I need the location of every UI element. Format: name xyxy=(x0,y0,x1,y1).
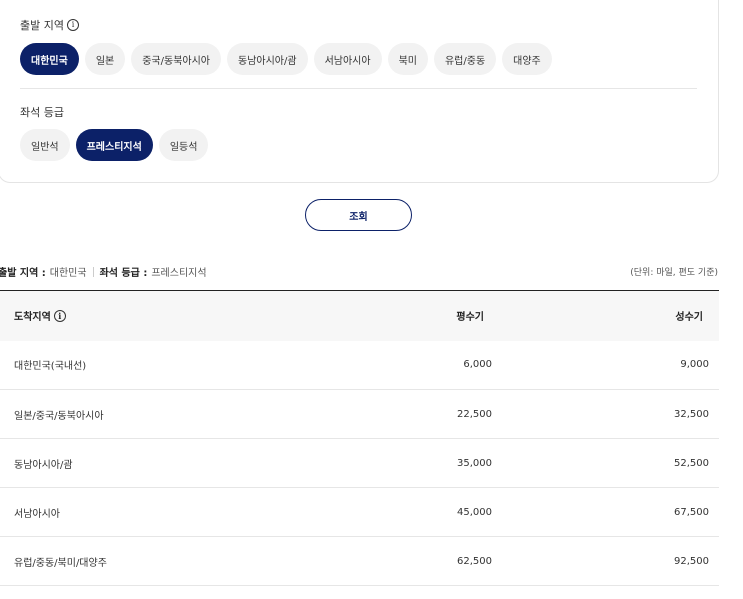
mileage-table: 도착지역 i 평수기 성수기 대한민국(국내선) 6,000 9,000 일본/… xyxy=(0,290,719,586)
chip-region-korea[interactable]: 대한민국 xyxy=(20,43,79,75)
cell-peak: 32,500 xyxy=(674,408,709,420)
search-button[interactable]: 조회 xyxy=(305,199,412,231)
cell-destination: 대한민국(국내선) xyxy=(14,361,87,373)
filter-divider xyxy=(20,88,697,89)
table-row: 유럽/중동/북미/대양주 62,500 92,500 xyxy=(0,537,719,586)
header-destination-text: 도착지역 xyxy=(14,312,51,324)
table-row: 대한민국(국내선) 6,000 9,000 xyxy=(0,341,719,390)
cell-peak: 52,500 xyxy=(674,457,709,469)
chip-region-sw-asia[interactable]: 서남아시아 xyxy=(313,43,382,75)
chip-seat-first[interactable]: 일등석 xyxy=(158,129,209,161)
summary-departure-value: 대한민국 xyxy=(49,268,87,279)
cell-destination: 유럽/중동/북미/대양주 xyxy=(14,557,107,569)
chip-region-japan[interactable]: 일본 xyxy=(84,43,126,75)
table-header-row: 도착지역 i 평수기 성수기 xyxy=(0,290,719,341)
departure-label: 출발 지역 i xyxy=(20,17,79,33)
chip-region-europe-middle-east[interactable]: 유럽/중동 xyxy=(433,43,497,75)
cell-peak: 67,500 xyxy=(674,506,709,518)
cell-off-peak: 62,500 xyxy=(457,555,492,567)
summary-separator xyxy=(92,266,94,277)
cell-off-peak: 35,000 xyxy=(457,457,492,469)
cell-peak: 9,000 xyxy=(680,359,709,371)
cell-off-peak: 22,500 xyxy=(457,408,492,420)
chip-seat-economy[interactable]: 일반석 xyxy=(20,129,70,161)
cell-peak: 92,500 xyxy=(674,555,709,567)
seat-class-label-text: 좌석 등급 xyxy=(20,106,64,119)
cell-destination: 서남아시아 xyxy=(14,508,60,520)
cell-off-peak: 6,000 xyxy=(463,359,492,371)
seat-class-label: 좌석 등급 xyxy=(20,104,64,120)
summary-seat-key: 좌석 등급 : xyxy=(99,268,148,279)
seat-class-chips: 일반석 프레스티지석 일등석 xyxy=(20,129,209,161)
departure-label-text: 출발 지역 xyxy=(20,19,64,32)
summary-departure-key: 출발 지역 : xyxy=(0,268,46,279)
chip-region-se-asia-guam[interactable]: 동남아시아/괌 xyxy=(227,43,308,75)
cell-off-peak: 45,000 xyxy=(457,506,492,518)
unit-note: (단위: 마일, 편도 기준) xyxy=(630,268,718,278)
table-row: 서남아시아 45,000 67,500 xyxy=(0,488,719,537)
table-row: 동남아시아/괌 35,000 52,500 xyxy=(0,439,719,488)
search-summary: 출발 지역 : 대한민국 좌석 등급 : 프레스티지석 xyxy=(0,264,207,279)
summary-seat-value: 프레스티지석 xyxy=(151,268,207,279)
table-row: 일본/중국/동북아시아 22,500 32,500 xyxy=(0,390,719,439)
info-icon[interactable]: i xyxy=(66,19,79,31)
header-destination: 도착지역 i xyxy=(0,291,398,341)
chip-region-north-america[interactable]: 북미 xyxy=(387,43,428,75)
chip-region-china-ne-asia[interactable]: 중국/동북아시아 xyxy=(131,43,221,75)
info-icon[interactable]: i xyxy=(53,309,66,322)
header-off-peak: 평수기 xyxy=(456,312,484,324)
departure-region-chips: 대한민국 일본 중국/동북아시아 동남아시아/괌 서남아시아 북미 유럽/중동 … xyxy=(20,43,552,75)
cell-destination: 일본/중국/동북아시아 xyxy=(14,410,104,422)
chip-seat-prestige[interactable]: 프레스티지석 xyxy=(75,129,153,161)
header-peak: 성수기 xyxy=(675,312,703,324)
cell-destination: 동남아시아/괌 xyxy=(14,459,73,471)
chip-region-oceania[interactable]: 대양주 xyxy=(502,43,552,75)
